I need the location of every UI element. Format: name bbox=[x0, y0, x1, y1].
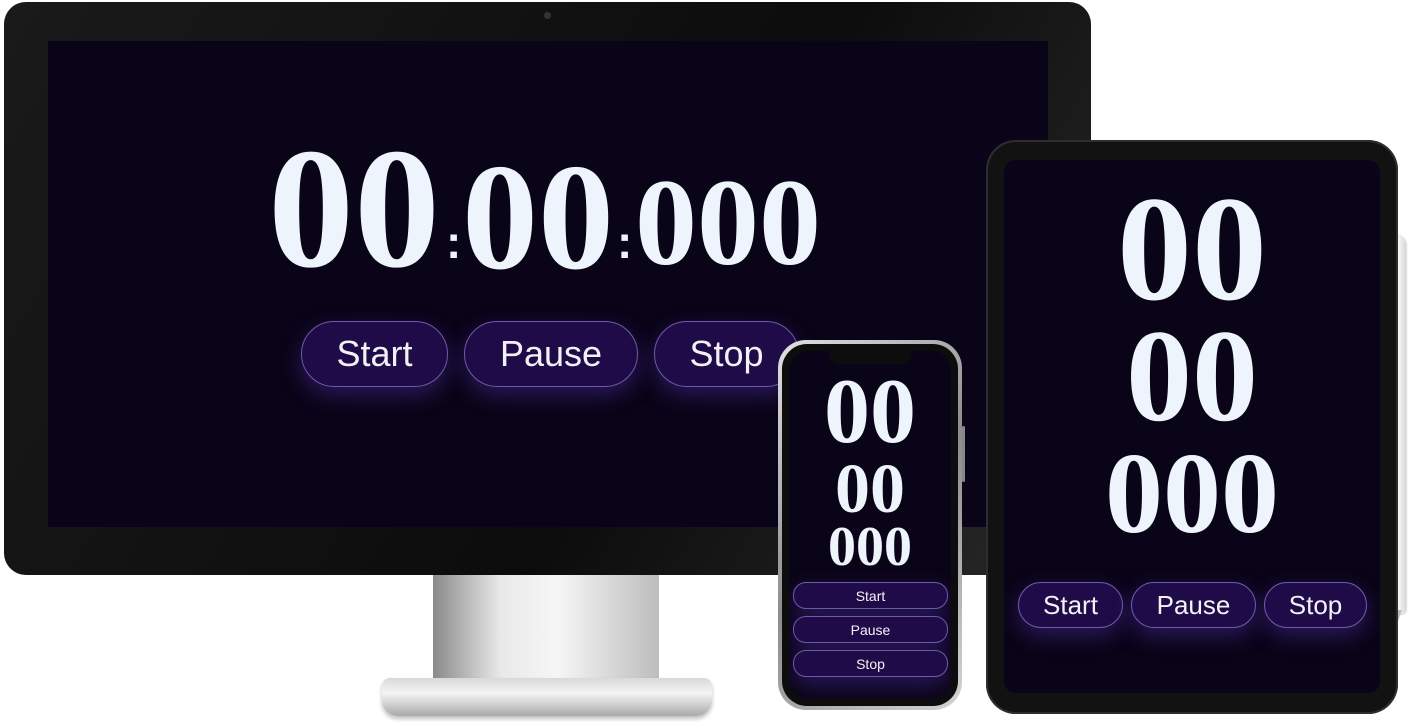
phone-side-button bbox=[962, 426, 965, 482]
monitor-stand-neck bbox=[433, 574, 659, 686]
desktop-separator-2: : bbox=[617, 216, 633, 268]
tablet-screen: 00 00 000 Start Pause Stop bbox=[1004, 160, 1380, 693]
desktop-hours: 00 bbox=[268, 114, 440, 304]
tablet-device: 00 00 000 Start Pause Stop bbox=[984, 138, 1417, 722]
phone-minutes: 00 bbox=[835, 451, 905, 528]
monitor-camera bbox=[544, 12, 551, 19]
phone-device: 00 00 000 Start Pause Stop bbox=[776, 338, 966, 714]
desktop-milliseconds: 000 bbox=[635, 154, 821, 291]
desktop-minutes: 00 bbox=[462, 133, 614, 301]
tablet-stop-button[interactable]: Stop bbox=[1264, 582, 1367, 628]
phone-start-button[interactable]: Start bbox=[793, 582, 948, 609]
desktop-pause-button[interactable]: Pause bbox=[464, 321, 638, 387]
tablet-milliseconds: 000 bbox=[1105, 430, 1279, 558]
tablet-start-button[interactable]: Start bbox=[1018, 582, 1123, 628]
tablet-pause-button[interactable]: Pause bbox=[1131, 582, 1256, 628]
tablet-minutes: 00 bbox=[1126, 302, 1258, 449]
desktop-separator-1: : bbox=[446, 216, 462, 268]
monitor-stand-base bbox=[382, 678, 712, 716]
phone-milliseconds: 000 bbox=[828, 516, 912, 578]
phone-stop-button[interactable]: Stop bbox=[793, 650, 948, 677]
phone-hours: 00 bbox=[824, 360, 916, 462]
phone-screen: 00 00 000 Start Pause Stop bbox=[789, 351, 951, 699]
phone-pause-button[interactable]: Pause bbox=[793, 616, 948, 643]
desktop-start-button[interactable]: Start bbox=[301, 321, 448, 387]
